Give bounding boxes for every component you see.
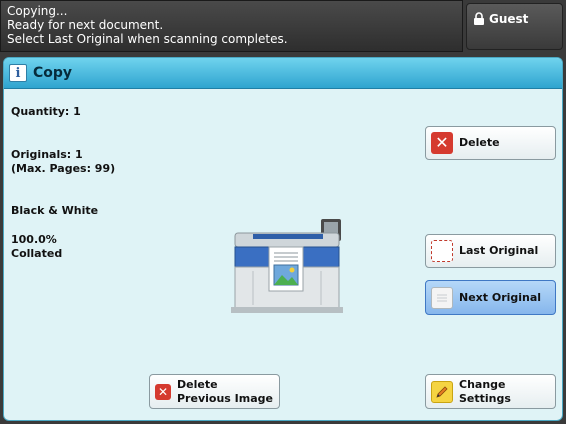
info-icon[interactable]: i [9,64,27,82]
delete-icon: ✕ [155,383,171,400]
panel-title-bar: i Copy [4,58,562,89]
next-original-button[interactable]: Next Original [425,280,556,315]
delete-button[interactable]: ✕ Delete [425,126,556,160]
scale-text: 100.0% [11,233,57,246]
printer-illustration [231,217,343,313]
status-line: Ready for next document. [7,18,164,32]
guest-button[interactable]: Guest [466,3,563,50]
next-original-label: Next Original [459,290,542,304]
status-area: Copying... Ready for next document. Sele… [0,0,463,52]
panel-title: Copy [33,65,73,81]
quantity-text: Quantity: 1 [11,105,81,118]
last-original-icon [431,240,453,262]
color-mode-text: Black & White [11,204,99,217]
lock-icon [473,12,485,29]
delete-previous-image-button[interactable]: ✕ Delete Previous Image [149,374,280,409]
pencil-icon [431,380,453,403]
guest-label: Guest [489,12,529,26]
last-original-label: Last Original [459,244,539,257]
change-settings-label: Change Settings [459,377,511,405]
delete-icon: ✕ [431,132,453,154]
status-line: Copying... [7,4,68,18]
change-settings-button[interactable]: Change Settings [425,374,556,409]
status-line: Select Last Original when scanning compl… [7,32,288,46]
originals-text: Originals: 1 [11,148,83,161]
copy-panel: i Copy Quantity: 1 Originals: 1 (Max. Pa… [3,57,563,421]
delete-previous-image-label: Delete Previous Image [177,377,273,405]
next-original-icon [431,286,453,309]
last-original-button[interactable]: Last Original [425,234,556,268]
delete-label: Delete [459,136,500,149]
max-pages-text: (Max. Pages: 99) [11,162,116,175]
collation-text: Collated [11,247,63,260]
